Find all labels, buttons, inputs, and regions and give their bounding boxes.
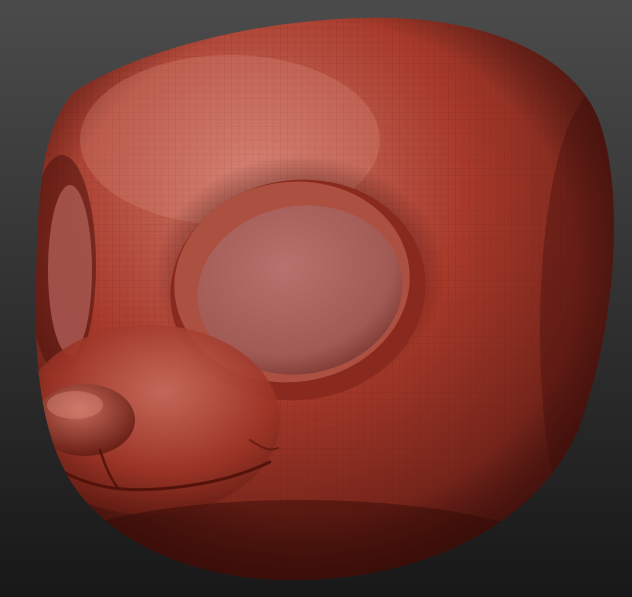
- sculpt-viewport[interactable]: [0, 0, 632, 597]
- sculpt-canvas[interactable]: [0, 0, 632, 597]
- far-eye-ball: [48, 185, 92, 355]
- nose-highlight: [47, 391, 103, 419]
